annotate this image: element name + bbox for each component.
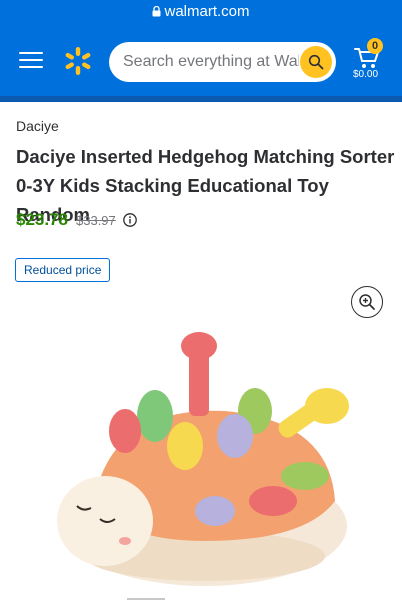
- search-icon: [308, 54, 324, 70]
- zoom-button[interactable]: [351, 286, 383, 318]
- cart-button[interactable]: 0 $0.00: [350, 36, 390, 86]
- search-input[interactable]: [123, 42, 299, 82]
- browser-url: walmart.com: [164, 2, 250, 20]
- zoom-in-icon: [359, 294, 375, 310]
- lock-icon: [152, 5, 161, 16]
- current-price: $23.78: [16, 210, 68, 229]
- header-divider: [0, 96, 402, 102]
- info-icon[interactable]: [122, 213, 137, 227]
- browser-address-bar[interactable]: walmart.com: [0, 0, 402, 22]
- cart-count-badge: 0: [367, 38, 383, 54]
- reduced-price-badge: Reduced price: [15, 258, 111, 282]
- search-bar: [109, 42, 336, 82]
- brand-link[interactable]: Daciye: [16, 118, 59, 134]
- menu-icon[interactable]: [19, 52, 43, 72]
- price-row: $23.78 $33.97: [16, 210, 137, 230]
- product-image[interactable]: [55, 326, 355, 596]
- site-header: 0 $0.00: [0, 22, 402, 98]
- search-button[interactable]: [300, 46, 332, 78]
- was-price: $33.97: [76, 212, 116, 228]
- walmart-spark-logo[interactable]: [62, 45, 94, 77]
- cart-total: $0.00: [353, 69, 379, 80]
